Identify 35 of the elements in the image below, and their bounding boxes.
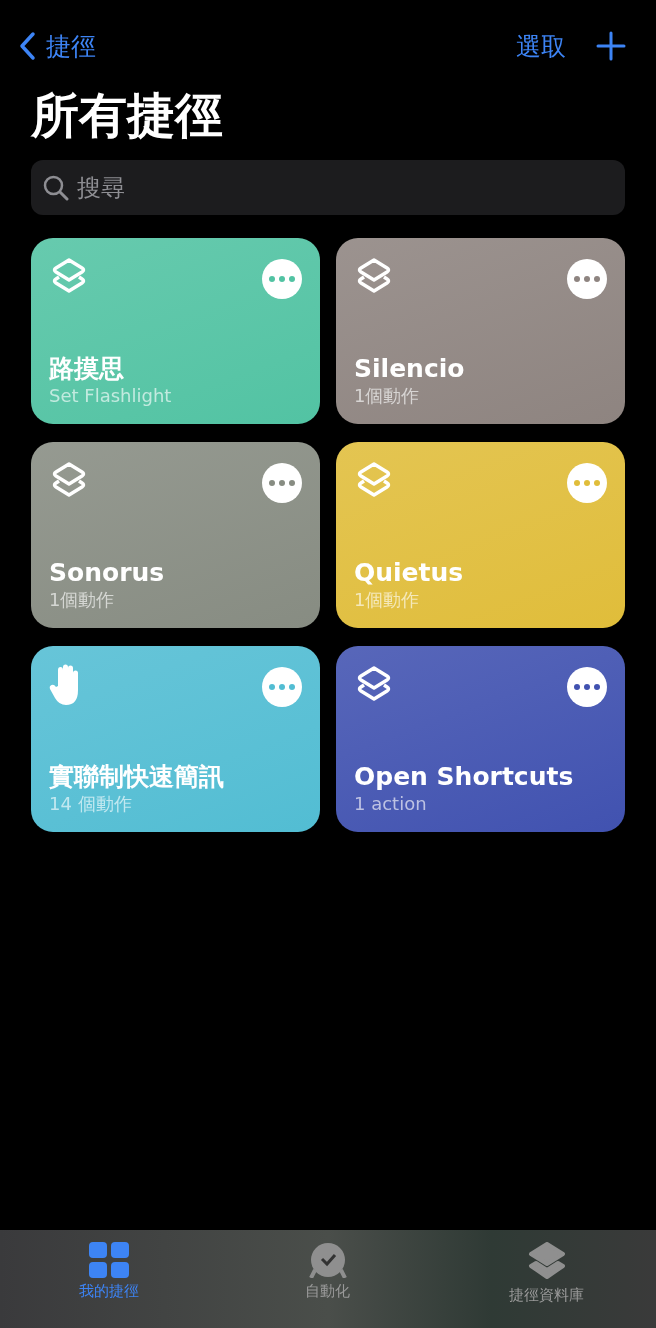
- shortcut-name: Sonorus: [49, 558, 166, 588]
- shortcut-subtitle: 1個動作: [49, 588, 116, 612]
- shortcut-subtitle: Set Flashlight: [49, 384, 173, 408]
- back-chevron-icon: [18, 31, 36, 61]
- shortcut-subtitle: 1個動作: [354, 588, 421, 612]
- tab[interactable]: 捷徑資料庫: [466, 1242, 627, 1305]
- shortcut-subtitle: 1個動作: [354, 384, 421, 408]
- back-button[interactable]: 捷徑: [18, 29, 96, 63]
- tab[interactable]: 自動化: [248, 1242, 408, 1301]
- shortcut-card[interactable]: Open Shortcuts 1 action: [336, 646, 625, 832]
- add-button[interactable]: [596, 31, 626, 61]
- shortcut-name: 實聯制快速簡訊: [49, 762, 225, 792]
- shortcut-card[interactable]: Sonorus 1個動作: [31, 442, 320, 628]
- more-button[interactable]: [567, 259, 607, 299]
- grid-icon: [89, 1242, 130, 1278]
- shortcut-card[interactable]: 實聯制快速簡訊 14 個動作: [31, 646, 320, 832]
- search-icon: [43, 175, 69, 201]
- select-button[interactable]: 選取: [516, 29, 566, 63]
- tab[interactable]: 我的捷徑: [29, 1242, 190, 1301]
- shortcut-card[interactable]: Silencio 1個動作: [336, 238, 625, 424]
- page-title: 所有捷徑: [31, 86, 224, 145]
- shortcut-name: Silencio: [354, 354, 466, 384]
- add-icon: [596, 31, 626, 61]
- shortcut-subtitle: 14 個動作: [49, 792, 133, 816]
- search-field[interactable]: 搜尋: [31, 160, 625, 215]
- shortcut-subtitle: 1 action: [354, 792, 428, 816]
- shortcut-name: Open Shortcuts: [354, 762, 575, 792]
- clock-icon: [309, 1242, 347, 1278]
- shortcut-name: 路摸思: [49, 354, 125, 384]
- more-button[interactable]: [567, 667, 607, 707]
- stack-icon: [526, 1242, 567, 1282]
- more-button[interactable]: [262, 463, 302, 503]
- shortcut-card[interactable]: 路摸思 Set Flashlight: [31, 238, 320, 424]
- shortcut-card[interactable]: Quietus 1個動作: [336, 442, 625, 628]
- shortcut-name: Quietus: [354, 558, 465, 588]
